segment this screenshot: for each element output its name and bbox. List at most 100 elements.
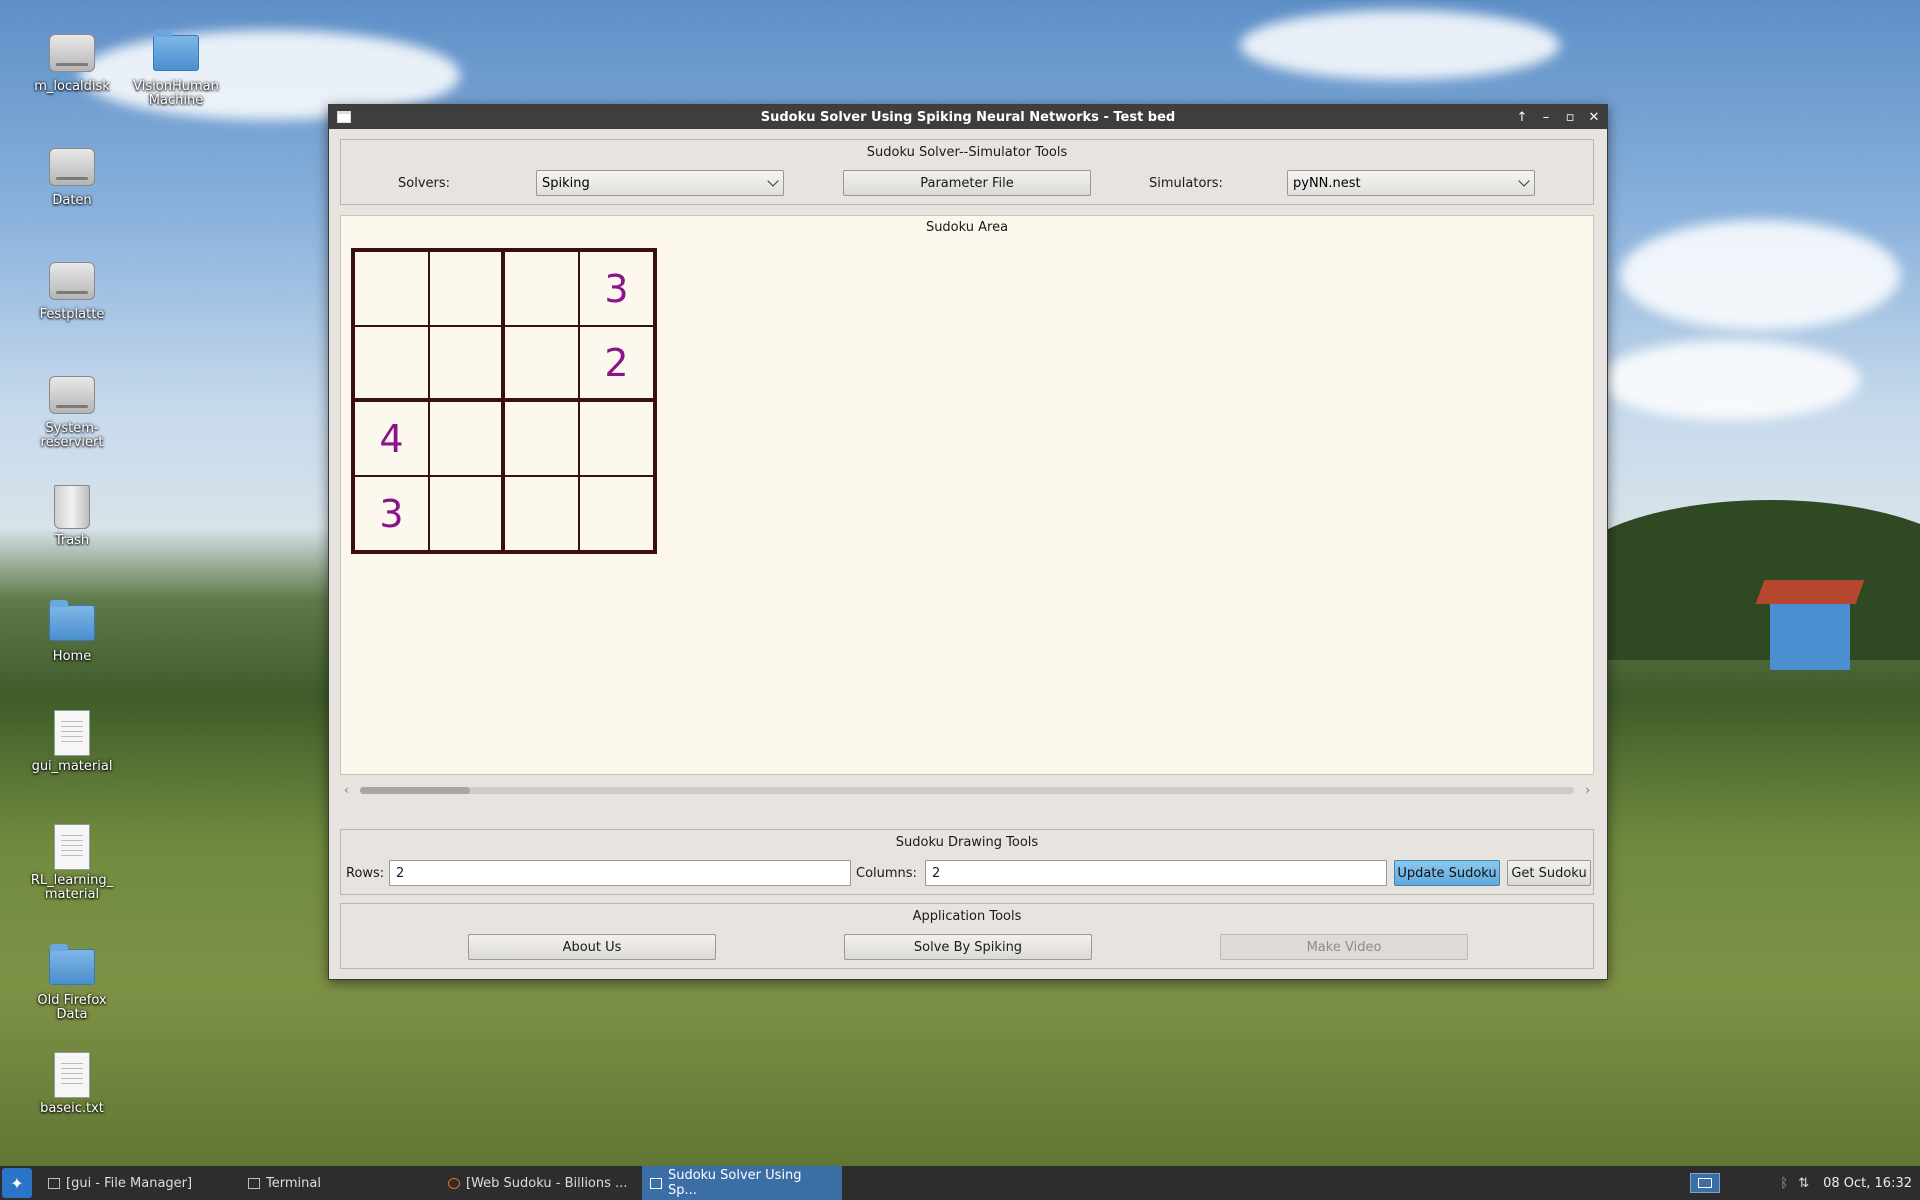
desktop-icon-label: Daten (52, 193, 92, 208)
sudoku-cell[interactable]: 4 (354, 401, 429, 476)
task-web-sudoku[interactable]: [Web Sudoku - Billions ... (440, 1166, 640, 1200)
application-tools-title: Application Tools (912, 909, 1022, 924)
parameter-file-button[interactable]: Parameter File (843, 170, 1091, 196)
simulators-selected-value: pyNN.nest (1293, 175, 1361, 191)
cloud (1600, 340, 1860, 420)
update-sudoku-button[interactable]: Update Sudoku (1394, 860, 1500, 886)
sudoku-cell[interactable]: 2 (579, 326, 654, 401)
columns-label: Columns: (856, 866, 917, 881)
drive-icon (48, 258, 96, 304)
tree-line (1560, 500, 1920, 660)
sudoku-grid: 3 2 4 3 (351, 248, 657, 554)
sudoku-cell[interactable] (429, 326, 504, 401)
taskbar: ✦ [gui - File Manager] Terminal [Web Sud… (0, 1166, 1920, 1200)
task-label: [gui - File Manager] (66, 1175, 193, 1191)
simulators-dropdown[interactable]: pyNN.nest (1287, 170, 1535, 196)
solvers-selected-value: Spiking (542, 175, 590, 191)
desktop-icon-rl-learning-material[interactable]: RL_learning_ material (17, 824, 127, 902)
make-video-button: Make Video (1220, 934, 1468, 960)
drive-icon (48, 372, 96, 418)
simulator-tools-group: Sudoku Solver--Simulator Tools Solvers: … (340, 139, 1594, 205)
sudoku-cell[interactable] (504, 401, 579, 476)
drawing-tools-title: Sudoku Drawing Tools (895, 835, 1039, 850)
close-icon[interactable]: ✕ (1587, 110, 1601, 125)
clock[interactable]: 08 Oct, 16:32 (1823, 1176, 1912, 1191)
desktop-icon-label: Festplatte (39, 307, 105, 322)
sudoku-cell[interactable]: 3 (354, 476, 429, 551)
minimize-icon[interactable]: – (1539, 110, 1553, 125)
scroll-right-icon[interactable]: › (1585, 783, 1590, 797)
terminal-icon (248, 1177, 260, 1189)
window-title: Sudoku Solver Using Spiking Neural Netwo… (760, 109, 1176, 125)
sudoku-solver-window: Sudoku Solver Using Spiking Neural Netwo… (328, 104, 1608, 980)
sudoku-area: Sudoku Area 3 2 4 3 (340, 215, 1594, 775)
application-tools-group: Application Tools About Us Solve By Spik… (340, 903, 1594, 969)
chevron-down-icon (1518, 175, 1530, 187)
keep-above-icon[interactable]: ↑ (1515, 110, 1529, 125)
document-icon (48, 824, 96, 870)
sudoku-cell[interactable] (429, 476, 504, 551)
desktop-icon-label: m_localdisk (34, 79, 110, 94)
desktop-icon-m-localdisk[interactable]: m_localdisk (17, 30, 127, 94)
cloud (1240, 10, 1560, 80)
bluetooth-icon[interactable]: ᛒ (1780, 1176, 1788, 1191)
firefox-icon (448, 1177, 460, 1189)
red-roof (1755, 580, 1865, 604)
desktop-icon-old-firefox-data[interactable]: Old Firefox Data (17, 944, 127, 1022)
sudoku-cell[interactable] (579, 476, 654, 551)
simulators-label: Simulators: (1149, 176, 1223, 191)
scrollbar-thumb[interactable] (360, 787, 470, 794)
about-us-button[interactable]: About Us (468, 934, 716, 960)
scroll-left-icon[interactable]: ‹ (344, 783, 349, 797)
sudoku-cell[interactable] (354, 251, 429, 326)
desktop-icon-home[interactable]: Home (17, 600, 127, 664)
trash-icon (48, 484, 96, 530)
sudoku-cell[interactable] (504, 476, 579, 551)
sudoku-area-title: Sudoku Area (925, 220, 1009, 235)
sudoku-area-hscrollbar[interactable]: ‹ › (340, 783, 1594, 797)
rows-input[interactable] (389, 860, 851, 886)
desktop-icon-baseic-txt[interactable]: baseic.txt (17, 1052, 127, 1116)
desktop-icon-label: Home (52, 649, 92, 664)
task-label: [Web Sudoku - Billions ... (466, 1175, 628, 1191)
desktop-icon-visionhuman-machine[interactable]: VisionHuman Machine (121, 30, 231, 108)
folder-icon (48, 1177, 60, 1189)
maximize-icon[interactable]: ▫ (1563, 110, 1577, 125)
document-icon (48, 1052, 96, 1098)
get-sudoku-button[interactable]: Get Sudoku (1507, 860, 1591, 886)
network-icon[interactable]: ⇅ (1798, 1176, 1809, 1191)
task-sudoku-solver[interactable]: Sudoku Solver Using Sp... (642, 1166, 842, 1200)
desktop-icon-label: RL_learning_ material (30, 873, 114, 902)
drive-icon (48, 30, 96, 76)
desktop-icon-gui-material[interactable]: gui_material (17, 710, 127, 774)
solvers-dropdown[interactable]: Spiking (536, 170, 784, 196)
sudoku-cell[interactable] (429, 251, 504, 326)
system-tray: ᛒ ⇅ 08 Oct, 16:32 (1690, 1166, 1920, 1200)
sudoku-cell[interactable] (429, 401, 504, 476)
task-terminal[interactable]: Terminal (240, 1166, 440, 1200)
sudoku-cell[interactable] (579, 401, 654, 476)
start-menu-icon[interactable]: ✦ (2, 1168, 32, 1198)
sudoku-cell[interactable] (504, 251, 579, 326)
desktop-icon-system-reserviert[interactable]: System- reserviert (17, 372, 127, 450)
show-desktop-button[interactable] (1690, 1173, 1721, 1193)
sudoku-cell[interactable] (504, 326, 579, 401)
desktop-icon-trash[interactable]: Trash (17, 484, 127, 548)
sudoku-cell[interactable] (354, 326, 429, 401)
sudoku-cell[interactable]: 3 (579, 251, 654, 326)
columns-input[interactable] (925, 860, 1387, 886)
window-titlebar[interactable]: Sudoku Solver Using Spiking Neural Netwo… (329, 105, 1607, 129)
desktop-icon-festplatte[interactable]: Festplatte (17, 258, 127, 322)
task-file-manager[interactable]: [gui - File Manager] (40, 1166, 240, 1200)
home-folder-icon (48, 600, 96, 646)
rows-label: Rows: (346, 866, 385, 881)
simulator-tools-title: Sudoku Solver--Simulator Tools (866, 145, 1068, 160)
solve-by-spiking-button[interactable]: Solve By Spiking (844, 934, 1092, 960)
chevron-down-icon (767, 175, 779, 187)
cloud (1620, 220, 1900, 330)
scrollbar-track[interactable] (360, 787, 1574, 794)
desktop-icon-label: Old Firefox Data (37, 993, 107, 1022)
drawing-tools-group: Sudoku Drawing Tools Rows: Columns: Upda… (340, 829, 1594, 895)
desktop-icon-label: gui_material (31, 759, 113, 774)
desktop-icon-daten[interactable]: Daten (17, 144, 127, 208)
